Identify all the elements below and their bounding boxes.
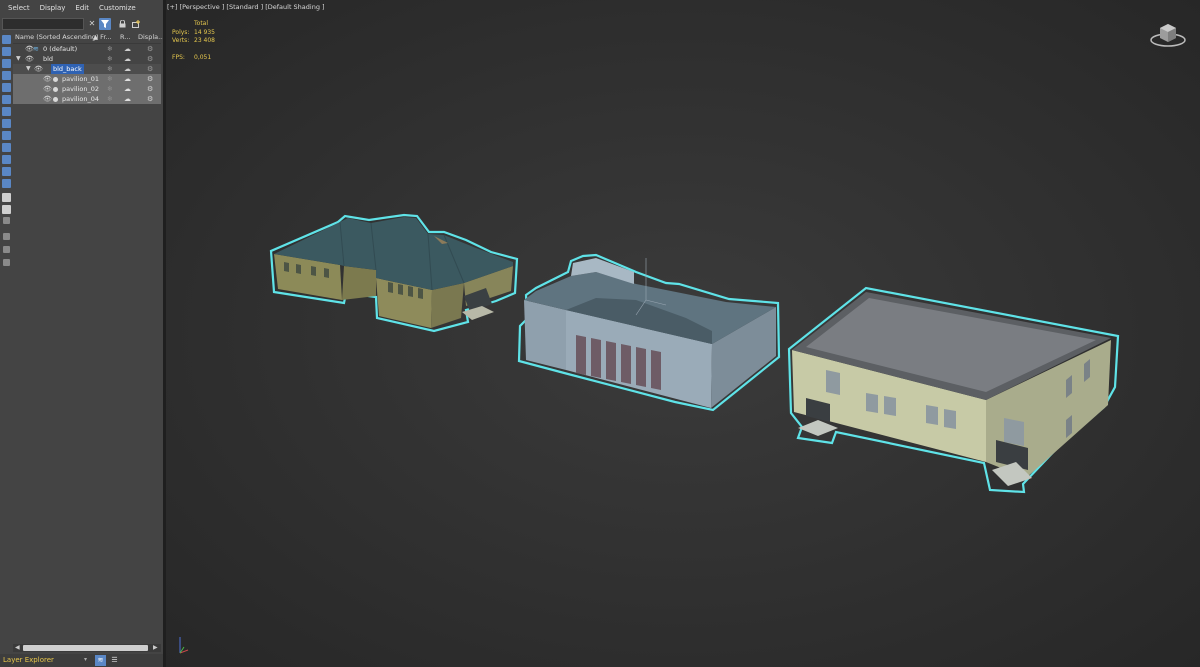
render-toggle-icon[interactable]: ☁ bbox=[124, 54, 131, 64]
layer-name[interactable]: bld_back bbox=[51, 64, 84, 74]
scrollbar-thumb[interactable] bbox=[23, 645, 148, 651]
pavilion-01-model[interactable] bbox=[269, 213, 519, 333]
display-spacewarps-icon[interactable] bbox=[2, 107, 11, 116]
scroll-right-icon[interactable]: ▶ bbox=[153, 643, 158, 652]
display-none-icon[interactable] bbox=[2, 35, 11, 44]
object-name: pavilion_01 bbox=[62, 75, 99, 83]
menu-display[interactable]: Display bbox=[35, 0, 71, 17]
scene-render bbox=[269, 213, 1120, 494]
render-toggle-icon[interactable]: ☁ bbox=[124, 64, 131, 74]
render-toggle-icon[interactable]: ☁ bbox=[124, 84, 131, 94]
freeze-toggle-icon[interactable]: ❄ bbox=[107, 54, 113, 64]
viewcube-icon[interactable] bbox=[1148, 18, 1188, 50]
object-name: pavilion_02 bbox=[62, 85, 99, 93]
scene-explorer-panel: Select Display Edit Customize ✕ Name (So… bbox=[0, 0, 164, 667]
expand-arrow-icon[interactable]: ▼ bbox=[16, 54, 21, 64]
layer-name: 0 (default) bbox=[43, 45, 78, 53]
display-invert-icon[interactable] bbox=[2, 205, 11, 214]
layer-name: bld bbox=[43, 55, 54, 63]
display-shapes-icon[interactable] bbox=[2, 59, 11, 68]
new-layer-icon[interactable] bbox=[130, 18, 142, 30]
column-frozen-header[interactable]: ▲ Fr... bbox=[93, 33, 112, 41]
horizontal-scrollbar[interactable]: ◀ ▶ bbox=[13, 644, 161, 652]
explorer-menu-bar: Select Display Edit Customize bbox=[0, 0, 163, 17]
sync-selection-icon[interactable] bbox=[3, 233, 10, 240]
display-geometry-icon[interactable] bbox=[2, 47, 11, 56]
display-containers-icon[interactable] bbox=[2, 155, 11, 164]
menu-select[interactable]: Select bbox=[0, 0, 35, 17]
tree-row[interactable]: 👁 pavilion_04 ❄ ☁ ⚙ bbox=[13, 94, 161, 104]
filter-icon[interactable] bbox=[99, 18, 111, 30]
explorer-left-toolbar bbox=[0, 32, 13, 272]
search-input[interactable] bbox=[2, 18, 84, 30]
explorer-mode-dropdown-icon[interactable]: ▾ bbox=[84, 656, 87, 663]
column-render-header[interactable]: R... bbox=[120, 33, 130, 41]
display-settings-icon[interactable]: ⚙ bbox=[147, 94, 153, 104]
explorer-mode-label: Layer Explorer bbox=[3, 656, 54, 664]
display-all-icon[interactable] bbox=[2, 193, 11, 202]
tree-header: Name (Sorted Ascending) ▲ Fr... R... Dis… bbox=[13, 32, 164, 44]
scroll-left-icon[interactable]: ◀ bbox=[15, 643, 20, 652]
axis-tripod-icon bbox=[179, 637, 189, 654]
object-dot-icon bbox=[53, 97, 58, 102]
layer-tree: Name (Sorted Ascending) ▲ Fr... R... Dis… bbox=[13, 32, 164, 637]
eye-icon[interactable]: 👁 bbox=[43, 74, 52, 84]
pavilion-02-model[interactable] bbox=[517, 253, 781, 412]
tree-row[interactable]: 👁 ≋ 0 (default) ❄ ☁ ⚙ bbox=[13, 44, 161, 54]
render-toggle-icon[interactable]: ☁ bbox=[124, 44, 131, 54]
tree-row[interactable]: 👁 pavilion_01 ❄ ☁ ⚙ bbox=[13, 74, 161, 84]
display-cameras-icon[interactable] bbox=[2, 83, 11, 92]
object-dot-icon bbox=[53, 87, 58, 92]
hierarchy-mode-icon[interactable]: ☰ bbox=[109, 655, 120, 666]
freeze-toggle-icon[interactable]: ❄ bbox=[107, 64, 113, 74]
app-window: Select Display Edit Customize ✕ Name (So… bbox=[0, 0, 1200, 667]
display-settings-icon[interactable]: ⚙ bbox=[147, 64, 153, 74]
menu-edit[interactable]: Edit bbox=[70, 0, 94, 17]
clear-search-icon[interactable]: ✕ bbox=[86, 18, 98, 30]
display-settings-icon[interactable]: ⚙ bbox=[147, 74, 153, 84]
filter-toggle-icon[interactable] bbox=[3, 246, 10, 253]
pavilion-04-model[interactable] bbox=[787, 286, 1120, 494]
display-hidden-icon[interactable] bbox=[2, 179, 11, 188]
tree-row[interactable]: ▼ 👁 bld ❄ ☁ ⚙ bbox=[13, 54, 161, 64]
menu-customize[interactable]: Customize bbox=[94, 0, 141, 17]
display-children-icon[interactable] bbox=[3, 217, 10, 224]
column-name-header[interactable]: Name (Sorted Ascending) bbox=[15, 33, 99, 41]
layer-stack-icon: ≋ bbox=[33, 45, 39, 53]
layer-mode-icon[interactable]: ≋ bbox=[95, 655, 106, 666]
explorer-status-bar: Layer Explorer ▾ ≋ ☰ bbox=[0, 654, 163, 667]
render-toggle-icon[interactable]: ☁ bbox=[124, 94, 131, 104]
display-groups-icon[interactable] bbox=[2, 119, 11, 128]
display-xrefs-icon[interactable] bbox=[2, 131, 11, 140]
tree-row[interactable]: 👁 pavilion_02 ❄ ☁ ⚙ bbox=[13, 84, 161, 94]
freeze-toggle-icon[interactable]: ❄ bbox=[107, 44, 113, 54]
freeze-toggle-icon[interactable]: ❄ bbox=[107, 84, 113, 94]
perspective-viewport[interactable]: [+] [Perspective ] [Standard ] [Default … bbox=[166, 0, 1200, 667]
display-bones-icon[interactable] bbox=[2, 143, 11, 152]
column-display-header[interactable]: Displa... bbox=[138, 33, 164, 41]
display-settings-icon[interactable]: ⚙ bbox=[147, 54, 153, 64]
render-toggle-icon[interactable]: ☁ bbox=[124, 74, 131, 84]
explorer-toolbar: ✕ bbox=[0, 17, 163, 32]
eye-icon[interactable]: 👁 bbox=[34, 64, 43, 74]
eye-icon[interactable]: 👁 bbox=[25, 54, 34, 64]
object-name: pavilion_04 bbox=[62, 95, 99, 103]
freeze-toggle-icon[interactable]: ❄ bbox=[107, 74, 113, 84]
display-settings-icon[interactable]: ⚙ bbox=[147, 44, 153, 54]
tree-row[interactable]: ▼ 👁 bld_back ❄ ☁ ⚙ bbox=[13, 64, 161, 74]
dependencies-icon[interactable] bbox=[3, 259, 10, 266]
expand-arrow-icon[interactable]: ▼ bbox=[26, 64, 31, 74]
freeze-toggle-icon[interactable]: ❄ bbox=[107, 94, 113, 104]
display-settings-icon[interactable]: ⚙ bbox=[147, 84, 153, 94]
object-dot-icon bbox=[53, 77, 58, 82]
display-frozen-icon[interactable] bbox=[2, 167, 11, 176]
display-lights-icon[interactable] bbox=[2, 71, 11, 80]
eye-icon[interactable]: 👁 bbox=[43, 94, 52, 104]
eye-icon[interactable]: 👁 bbox=[43, 84, 52, 94]
lock-icon[interactable] bbox=[116, 18, 128, 30]
display-helpers-icon[interactable] bbox=[2, 95, 11, 104]
